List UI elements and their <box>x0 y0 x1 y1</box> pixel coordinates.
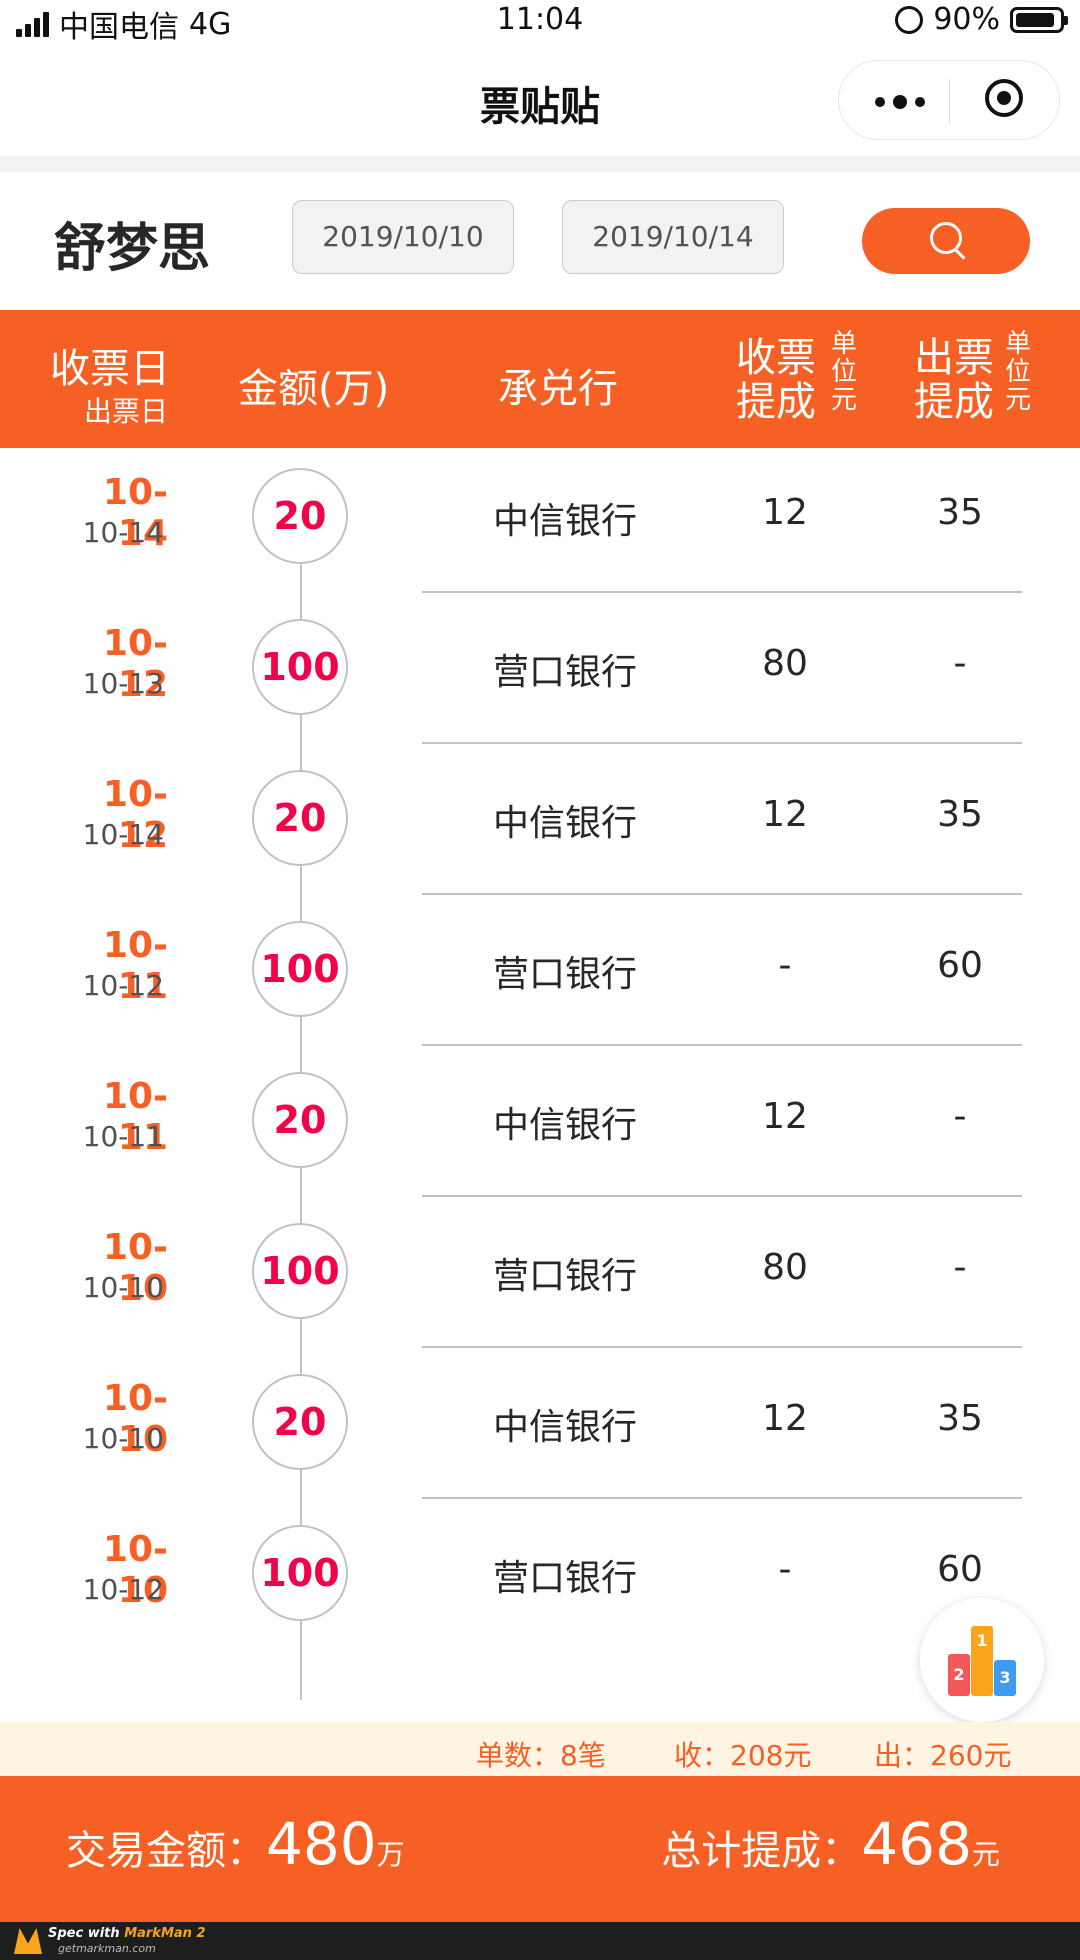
filter-bar: 舒梦思 2019/10/10 2019/10/14 <box>0 172 1080 310</box>
recv-commission: 12 <box>762 1398 808 1439</box>
ranking-button[interactable]: 2 1 3 <box>920 1598 1044 1722</box>
header-amount: 金额(万) <box>238 366 390 412</box>
markman-footer: Spec with MarkMan 2 getmarkman.com <box>0 1922 1080 1960</box>
recv-commission: 12 <box>762 492 808 533</box>
header-issue-commission: 出票提成 <box>914 335 994 425</box>
total-commission-unit: 元 <box>971 1838 1000 1871</box>
table-row[interactable]: 10-11 10-11 20 中信银行 12 - <box>0 1046 1080 1197</box>
amount-badge: 100 <box>252 921 348 1017</box>
bank-name: 中信银行 <box>492 1105 637 1146</box>
amount-badge: 20 <box>252 1374 348 1470</box>
start-date-picker[interactable]: 2019/10/10 <box>292 200 514 274</box>
podium-icon: 1 <box>971 1626 993 1696</box>
search-icon <box>930 222 962 254</box>
header-recv-date: 收票日 <box>50 346 170 392</box>
nav-bar: 票贴贴 <box>0 44 1080 156</box>
issue-date: 10-14 <box>82 818 164 851</box>
miniprogram-capsule <box>838 60 1060 140</box>
total-commission: 总计提成：468元 <box>661 1810 1000 1878</box>
table-row[interactable]: 10-11 10-12 100 营口银行 - 60 <box>0 895 1080 1046</box>
bank-name: 营口银行 <box>492 954 637 995</box>
issue-date: 10-10 <box>82 1422 164 1455</box>
issue-date: 10-12 <box>82 969 164 1002</box>
recv-total: 收：208元 <box>674 1739 812 1772</box>
amount-badge: 100 <box>252 619 348 715</box>
amount-badge: 20 <box>252 770 348 866</box>
issue-commission: 35 <box>937 1398 983 1439</box>
recv-commission: 12 <box>762 1096 808 1137</box>
issue-date: 10-10 <box>82 1271 164 1304</box>
issue-commission: - <box>953 1096 967 1137</box>
capsule-divider <box>949 79 950 123</box>
bank-name: 营口银行 <box>492 1558 637 1599</box>
battery-percent: 90% <box>933 2 1000 37</box>
bank-name: 中信银行 <box>492 1407 637 1448</box>
bank-name: 中信银行 <box>492 501 637 542</box>
header-bank: 承兑行 <box>498 366 618 412</box>
issue-commission: 60 <box>937 945 983 986</box>
table-row[interactable]: 10-12 10-14 20 中信银行 12 35 <box>0 744 1080 895</box>
issue-total: 出：260元 <box>874 1739 1012 1772</box>
issue-date: 10-12 <box>82 1573 164 1606</box>
total-commission-label: 总计提成： <box>661 1828 862 1874</box>
issue-commission: 35 <box>937 794 983 835</box>
more-icon[interactable] <box>875 95 925 109</box>
total-commission-value: 468 <box>861 1810 972 1878</box>
status-right: 90% <box>895 2 1068 37</box>
amount-badge: 20 <box>252 468 348 564</box>
table-row[interactable]: 10-14 10-14 20 中信银行 12 35 <box>0 442 1080 593</box>
battery-icon <box>1010 6 1068 33</box>
table-row[interactable]: 10-10 10-12 100 营口银行 - 60 <box>0 1499 1080 1650</box>
podium-icon: 2 <box>948 1654 970 1696</box>
recv-commission: - <box>778 1549 792 1590</box>
footer-brand: Spec with MarkMan 2 <box>48 1926 206 1941</box>
table-row[interactable]: 10-10 10-10 100 营口银行 80 - <box>0 1197 1080 1348</box>
user-name: 舒梦思 <box>54 219 211 279</box>
markman-logo-icon <box>14 1928 42 1954</box>
close-miniprogram-icon[interactable] <box>985 79 1023 117</box>
summary-bar: 单数：8笔 收：208元 出：260元 <box>0 1722 1080 1776</box>
issue-date: 10-11 <box>82 1120 164 1153</box>
recv-commission: 80 <box>762 643 808 684</box>
bank-name: 中信银行 <box>492 803 637 844</box>
issue-commission: - <box>953 643 967 684</box>
section-gap <box>0 156 1080 172</box>
recv-commission: 80 <box>762 1247 808 1288</box>
bank-name: 营口银行 <box>492 1256 637 1297</box>
amount-badge: 20 <box>252 1072 348 1168</box>
header-unit: 单位元 <box>1004 329 1031 415</box>
trade-amount-label: 交易金额： <box>66 1828 266 1874</box>
trade-amount-value: 480 <box>266 1810 377 1878</box>
header-issue-date: 出票日 <box>84 395 169 428</box>
header-unit: 单位元 <box>830 329 857 415</box>
issue-commission: 35 <box>937 492 983 533</box>
header-recv-commission: 收票提成 <box>736 335 816 425</box>
recv-commission: 12 <box>762 794 808 835</box>
amount-badge: 100 <box>252 1223 348 1319</box>
totals-bar: 交易金额：480万 总计提成：468元 <box>0 1776 1080 1922</box>
issue-commission: 60 <box>937 1549 983 1590</box>
issue-date: 10-13 <box>82 667 164 700</box>
trade-amount-unit: 万 <box>376 1838 405 1871</box>
table-row[interactable]: 10-12 10-13 100 营口银行 80 - <box>0 593 1080 744</box>
issue-commission: - <box>953 1247 967 1288</box>
footer-site: getmarkman.com <box>58 1942 156 1955</box>
issue-date: 10-14 <box>82 516 164 549</box>
end-date-picker[interactable]: 2019/10/14 <box>562 200 784 274</box>
order-count: 单数：8笔 <box>476 1739 606 1772</box>
podium-icon: 3 <box>994 1660 1016 1696</box>
status-bar: 中国电信 4G 11:04 90% <box>0 0 1080 45</box>
rotation-lock-icon <box>895 5 924 34</box>
table-header: 收票日 出票日 金额(万) 承兑行 收票提成 单位元 出票提成 单位元 <box>0 310 1080 448</box>
amount-badge: 100 <box>252 1525 348 1621</box>
trade-amount: 交易金额：480万 <box>66 1810 405 1878</box>
search-button[interactable] <box>862 208 1030 274</box>
table-row[interactable]: 10-10 10-10 20 中信银行 12 35 <box>0 1348 1080 1499</box>
bank-name: 营口银行 <box>492 652 637 693</box>
recv-commission: - <box>778 945 792 986</box>
